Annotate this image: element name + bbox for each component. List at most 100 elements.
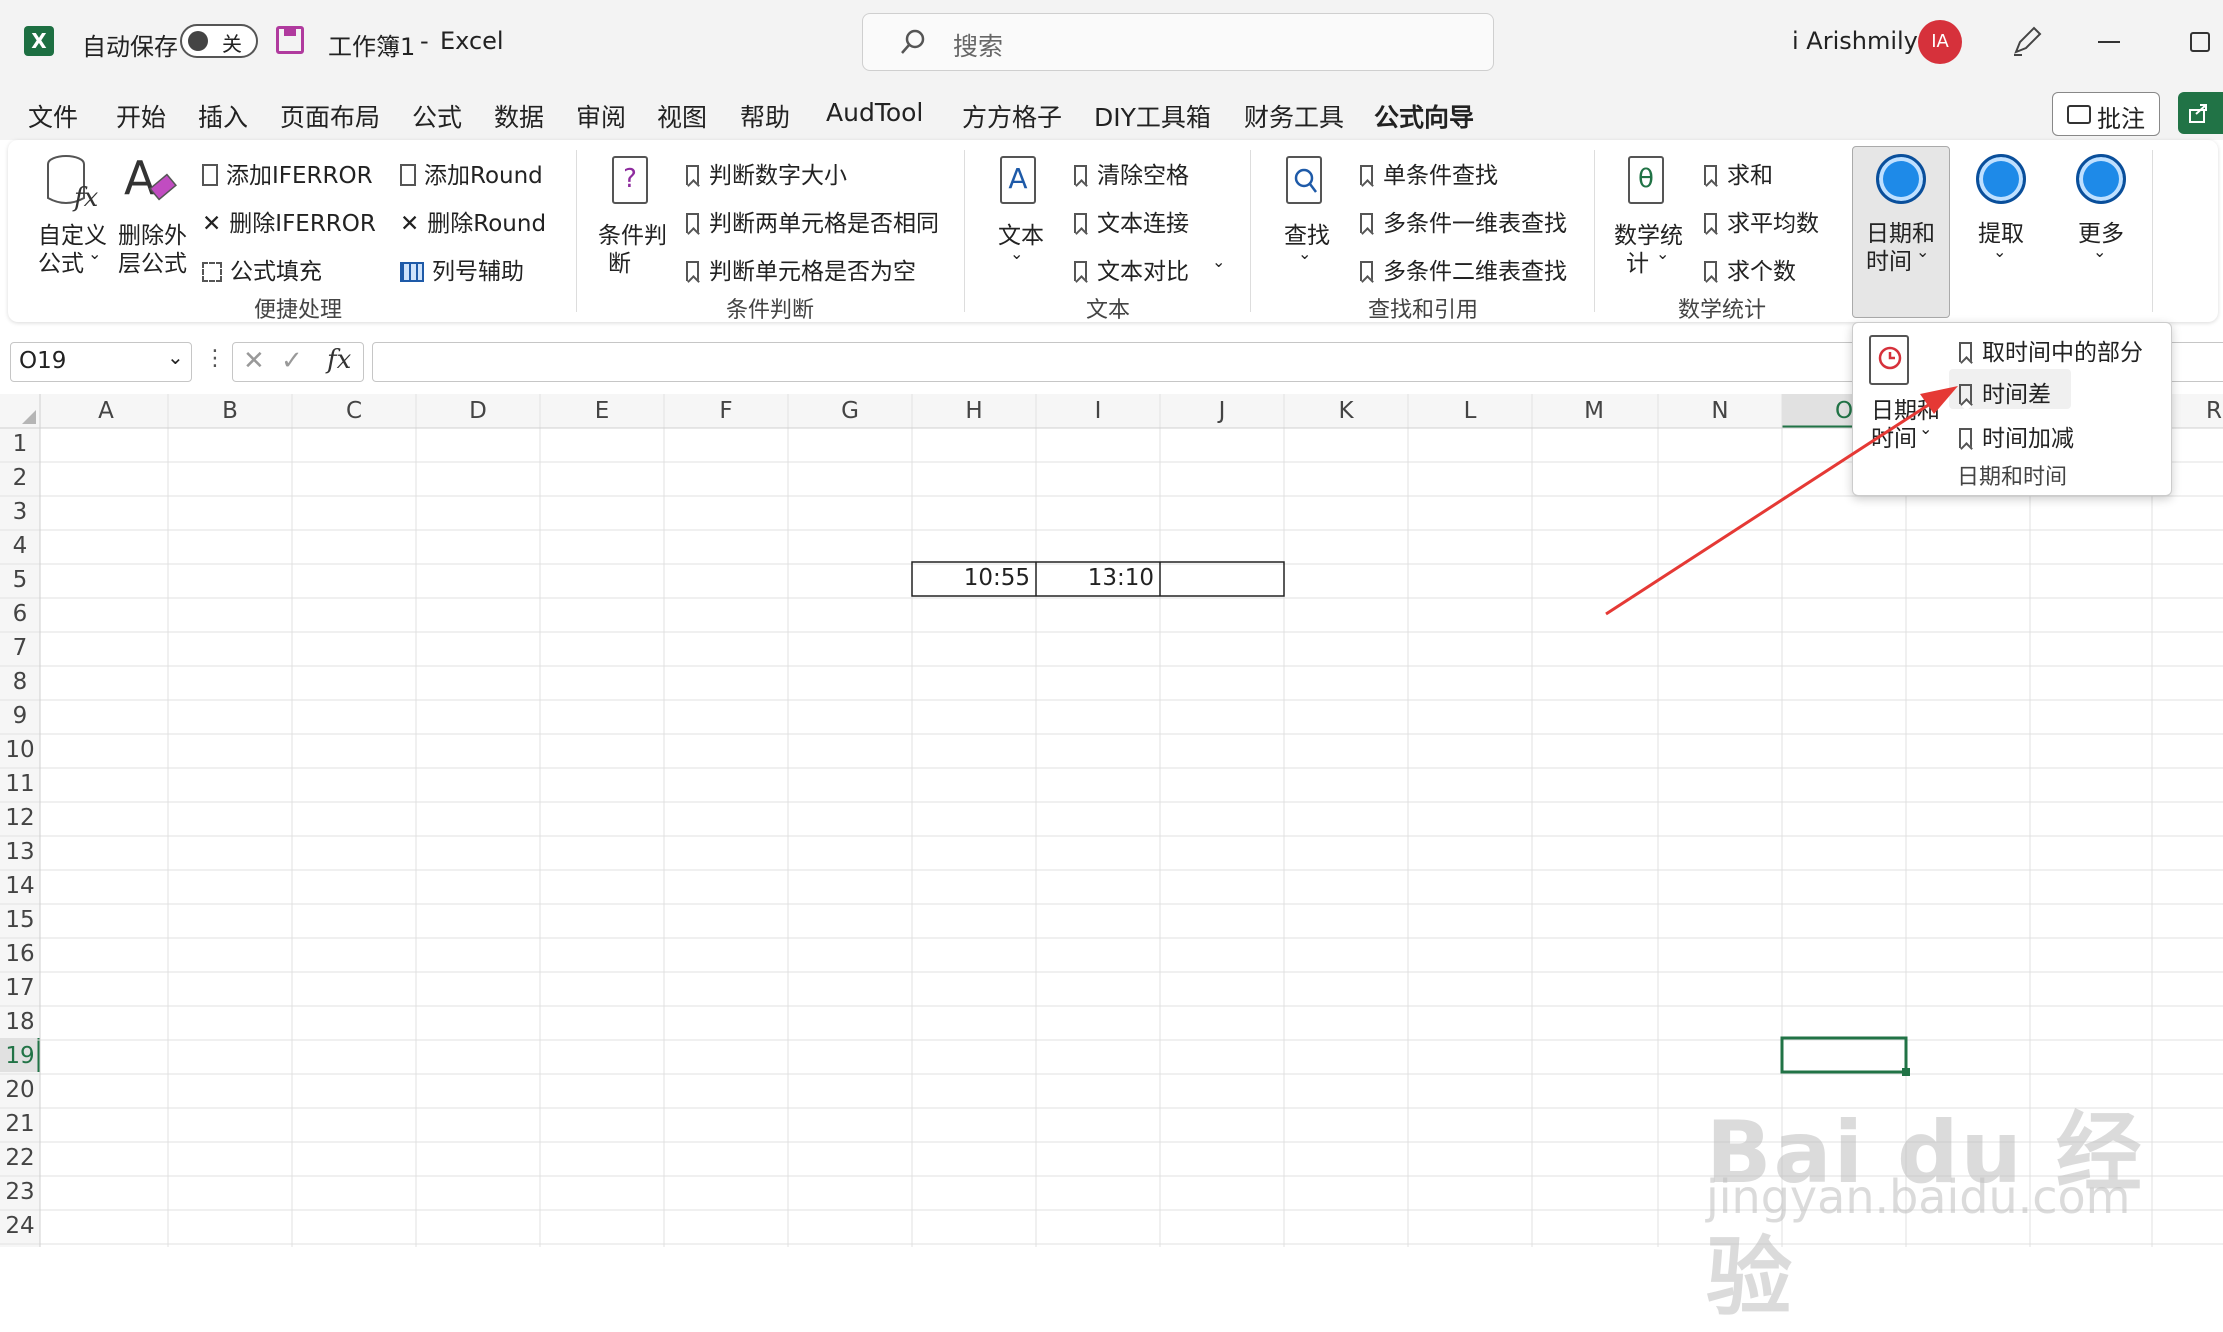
del-round-button[interactable]: ✕ 删除Round xyxy=(400,204,546,238)
row-header[interactable]: 8 xyxy=(0,669,40,695)
confirm-icon[interactable]: ✓ xyxy=(281,346,303,376)
row-header[interactable]: 11 xyxy=(0,771,40,797)
row-header[interactable]: 24 xyxy=(0,1213,40,1239)
text-item-0[interactable]: 清除空格 xyxy=(1074,156,1189,190)
tab-finance[interactable]: 财务工具 xyxy=(1244,98,1344,134)
row-header-selected[interactable]: 19 xyxy=(0,1043,40,1069)
chevron-down-icon[interactable]: ⌄ xyxy=(1656,244,1669,263)
tab-home[interactable]: 开始 xyxy=(116,98,166,134)
dropdown-item-2[interactable]: 时间加减 xyxy=(1959,419,2074,453)
add-round-button[interactable]: 添加Round xyxy=(400,156,543,190)
cond-item-0[interactable]: 判断数字大小 xyxy=(686,156,847,190)
lookup-item-2[interactable]: 多条件二维表查找 xyxy=(1360,252,1567,286)
row-header[interactable]: 7 xyxy=(0,635,40,661)
lookup-item-0[interactable]: 单条件查找 xyxy=(1360,156,1498,190)
column-header[interactable]: G xyxy=(788,394,912,428)
tab-formulas[interactable]: 公式 xyxy=(412,98,462,134)
search-box[interactable]: 搜索 xyxy=(862,13,1494,71)
tab-audtool[interactable]: AudTool xyxy=(826,98,923,127)
column-header[interactable]: N xyxy=(1658,394,1782,428)
autosave-toggle[interactable]: 关 xyxy=(180,24,258,58)
row-header[interactable]: 22 xyxy=(0,1145,40,1171)
user-name[interactable]: i Arishmily xyxy=(1792,27,1918,55)
cond-item-2[interactable]: 判断单元格是否为空 xyxy=(686,252,916,286)
column-header[interactable]: H xyxy=(912,394,1036,428)
row-header[interactable]: 13 xyxy=(0,839,40,865)
cond-big-label2[interactable]: 断 xyxy=(608,244,631,278)
dropdown-item-1[interactable]: 时间差 xyxy=(1959,375,2051,409)
tab-review[interactable]: 审阅 xyxy=(576,98,626,134)
cond-item-1[interactable]: 判断两单元格是否相同 xyxy=(686,204,939,238)
chevron-down-icon[interactable]: ⌄ xyxy=(88,244,101,263)
share-button[interactable] xyxy=(2178,92,2223,134)
row-header[interactable]: 17 xyxy=(0,975,40,1001)
add-iferror-button[interactable]: 添加IFERROR xyxy=(202,156,373,190)
pen-icon[interactable] xyxy=(2010,24,2044,58)
lookup-item-1[interactable]: 多条件一维表查找 xyxy=(1360,204,1567,238)
math-item-0[interactable]: 求和 xyxy=(1704,156,1773,190)
row-header[interactable]: 16 xyxy=(0,941,40,967)
chevron-down-icon[interactable]: ⌄ xyxy=(1212,252,1225,271)
tab-data[interactable]: 数据 xyxy=(494,98,544,134)
row-header[interactable]: 4 xyxy=(0,533,40,559)
math-item-2[interactable]: 求个数 xyxy=(1704,252,1796,286)
chevron-down-icon[interactable]: ⌄ xyxy=(1010,244,1023,263)
text-item-1[interactable]: 文本连接 xyxy=(1074,204,1189,238)
minimize-icon[interactable] xyxy=(2098,41,2120,43)
column-header[interactable]: K xyxy=(1284,394,1408,428)
delete-outer-label2[interactable]: 层公式 xyxy=(118,244,187,278)
restore-icon[interactable] xyxy=(2190,32,2210,52)
math-big-label2[interactable]: 计 xyxy=(1626,244,1649,278)
fill-formula-button[interactable]: 公式填充 xyxy=(202,252,322,286)
text-item-2[interactable]: 文本对比 xyxy=(1074,252,1189,286)
row-header[interactable]: 10 xyxy=(0,737,40,763)
custom-formula-label2[interactable]: 公式 xyxy=(38,244,84,278)
dropdown-item-0[interactable]: 取时间中的部分 xyxy=(1959,333,2143,367)
row-header[interactable]: 20 xyxy=(0,1077,40,1103)
row-header[interactable]: 2 xyxy=(0,465,40,491)
column-header[interactable]: D xyxy=(416,394,540,428)
chevron-down-icon[interactable]: ⌄ xyxy=(167,345,184,369)
row-header[interactable]: 12 xyxy=(0,805,40,831)
column-header[interactable]: M xyxy=(1532,394,1656,428)
row-header[interactable]: 5 xyxy=(0,567,40,593)
row-header[interactable]: 6 xyxy=(0,601,40,627)
row-header[interactable]: 3 xyxy=(0,499,40,525)
tab-insert[interactable]: 插入 xyxy=(198,98,248,134)
cell-i5[interactable]: 13:10 xyxy=(1036,565,1154,591)
row-header[interactable]: 1 xyxy=(0,431,40,457)
cell-h5[interactable]: 10:55 xyxy=(912,565,1030,591)
tab-view[interactable]: 视图 xyxy=(657,98,707,134)
cancel-icon[interactable]: ✕ xyxy=(243,346,265,376)
tab-diy[interactable]: DIY工具箱 xyxy=(1094,98,1211,134)
column-header[interactable]: C xyxy=(292,394,416,428)
row-header[interactable]: 14 xyxy=(0,873,40,899)
row-header[interactable]: 23 xyxy=(0,1179,40,1205)
dropdown-big-label2[interactable]: 时间 xyxy=(1871,419,1917,453)
column-header[interactable]: A xyxy=(44,394,168,428)
tab-help[interactable]: 帮助 xyxy=(740,98,790,134)
column-header[interactable]: B xyxy=(168,394,292,428)
tab-ffgz[interactable]: 方方格子 xyxy=(962,98,1062,134)
chevron-down-icon[interactable]: ⌄ xyxy=(1919,419,1932,438)
avatar[interactable]: IA xyxy=(1918,20,1962,64)
tab-page-layout[interactable]: 页面布局 xyxy=(280,98,380,134)
column-header[interactable]: E xyxy=(540,394,664,428)
column-header[interactable]: J xyxy=(1160,394,1284,428)
del-iferror-button[interactable]: ✕ 删除IFERROR xyxy=(202,204,376,238)
chevron-down-icon[interactable]: ⌄ xyxy=(1993,242,2006,261)
more-options-icon[interactable]: ⋮ xyxy=(204,346,226,371)
column-header[interactable]: L xyxy=(1408,394,1532,428)
comment-button[interactable]: 批注 xyxy=(2052,92,2160,136)
chevron-down-icon[interactable]: ⌄ xyxy=(1298,244,1311,263)
row-header[interactable]: 15 xyxy=(0,907,40,933)
tab-formula-wizard[interactable]: 公式向导 xyxy=(1374,98,1475,146)
row-header[interactable]: 18 xyxy=(0,1009,40,1035)
insert-function-icon[interactable]: fx xyxy=(327,345,351,375)
chevron-down-icon[interactable]: ⌄ xyxy=(2093,242,2106,261)
row-header[interactable]: 21 xyxy=(0,1111,40,1137)
name-box[interactable]: O19 ⌄ xyxy=(10,342,192,382)
column-header[interactable]: F xyxy=(664,394,788,428)
column-header[interactable]: I xyxy=(1036,394,1160,428)
tab-file[interactable]: 文件 xyxy=(28,98,78,134)
